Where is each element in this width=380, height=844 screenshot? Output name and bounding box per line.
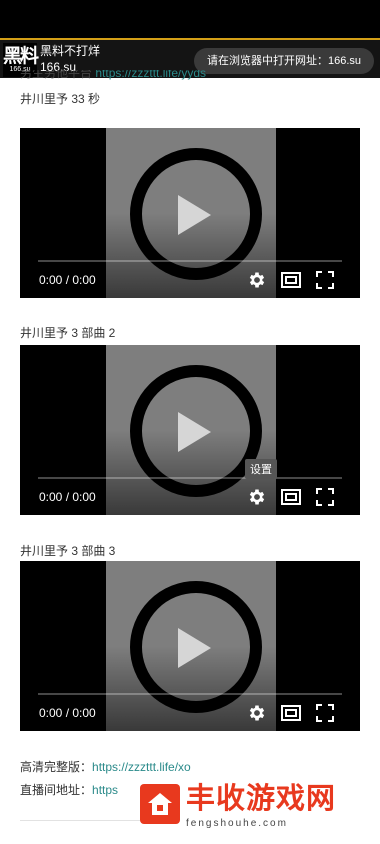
video-player-1[interactable]: 0:00 / 0:00 [20, 128, 360, 298]
settings-tooltip: 设置 [245, 459, 277, 479]
picture-in-picture-icon[interactable] [280, 269, 302, 291]
time-display: 0:00 / 0:00 [39, 273, 96, 287]
gear-icon[interactable] [246, 702, 268, 724]
logo-mark: 黑料 [3, 45, 39, 67]
picture-in-picture-icon[interactable] [280, 702, 302, 724]
live-room-link[interactable]: https [92, 783, 118, 797]
play-icon[interactable] [178, 412, 211, 452]
fullscreen-icon[interactable] [314, 702, 336, 724]
watermark-name: 丰收游戏网 [186, 781, 337, 815]
partial-link[interactable]: https://zzzttt.life/yyds [95, 70, 206, 80]
progress-bar[interactable] [38, 477, 342, 479]
watermark-url: fengshouhe.com [186, 818, 288, 829]
fullscreen-icon[interactable] [314, 269, 336, 291]
hd-version-line: 高清完整版：https://zzzttt.life/xo [20, 758, 191, 775]
play-icon[interactable] [178, 195, 211, 235]
bottom-card-edge [20, 820, 140, 844]
gear-icon[interactable] [246, 486, 268, 508]
live-room-label: 直播间地址： [20, 783, 93, 797]
gear-icon[interactable] [246, 269, 268, 291]
time-display: 0:00 / 0:00 [39, 706, 96, 720]
video-title-1: 井川里予 33 秒 [20, 92, 101, 106]
progress-bar[interactable] [38, 260, 342, 262]
time-display: 0:00 / 0:00 [39, 490, 96, 504]
partial-text-line: 另生另他平台 https://zzzttt.life/yyds [20, 70, 206, 80]
hd-version-label: 高清完整版： [20, 760, 93, 774]
partial-text: 另生另他平台 [20, 70, 93, 80]
site-name: 黑料不打烊 [40, 44, 101, 58]
fullscreen-icon[interactable] [314, 486, 336, 508]
live-room-line: 直播间地址：https [20, 781, 118, 798]
video-title-3: 井川里予 3 部曲 3 [20, 544, 116, 558]
hd-version-link[interactable]: https://zzzttt.life/xo [92, 760, 191, 774]
video-title-2: 井川里予 3 部曲 2 [20, 326, 116, 340]
watermark: 丰收游戏网 fengshouhe.com [140, 778, 380, 844]
progress-bar[interactable] [38, 693, 342, 695]
video-player-2[interactable]: 0:00 / 0:00 设置 [20, 345, 360, 515]
video-player-3[interactable]: 0:00 / 0:00 [20, 561, 360, 731]
house-icon [140, 784, 180, 824]
play-icon[interactable] [178, 628, 211, 668]
open-in-browser-button[interactable]: 请在浏览器中打开网址：166.su [194, 48, 374, 74]
picture-in-picture-icon[interactable] [280, 486, 302, 508]
status-bar [0, 0, 380, 38]
